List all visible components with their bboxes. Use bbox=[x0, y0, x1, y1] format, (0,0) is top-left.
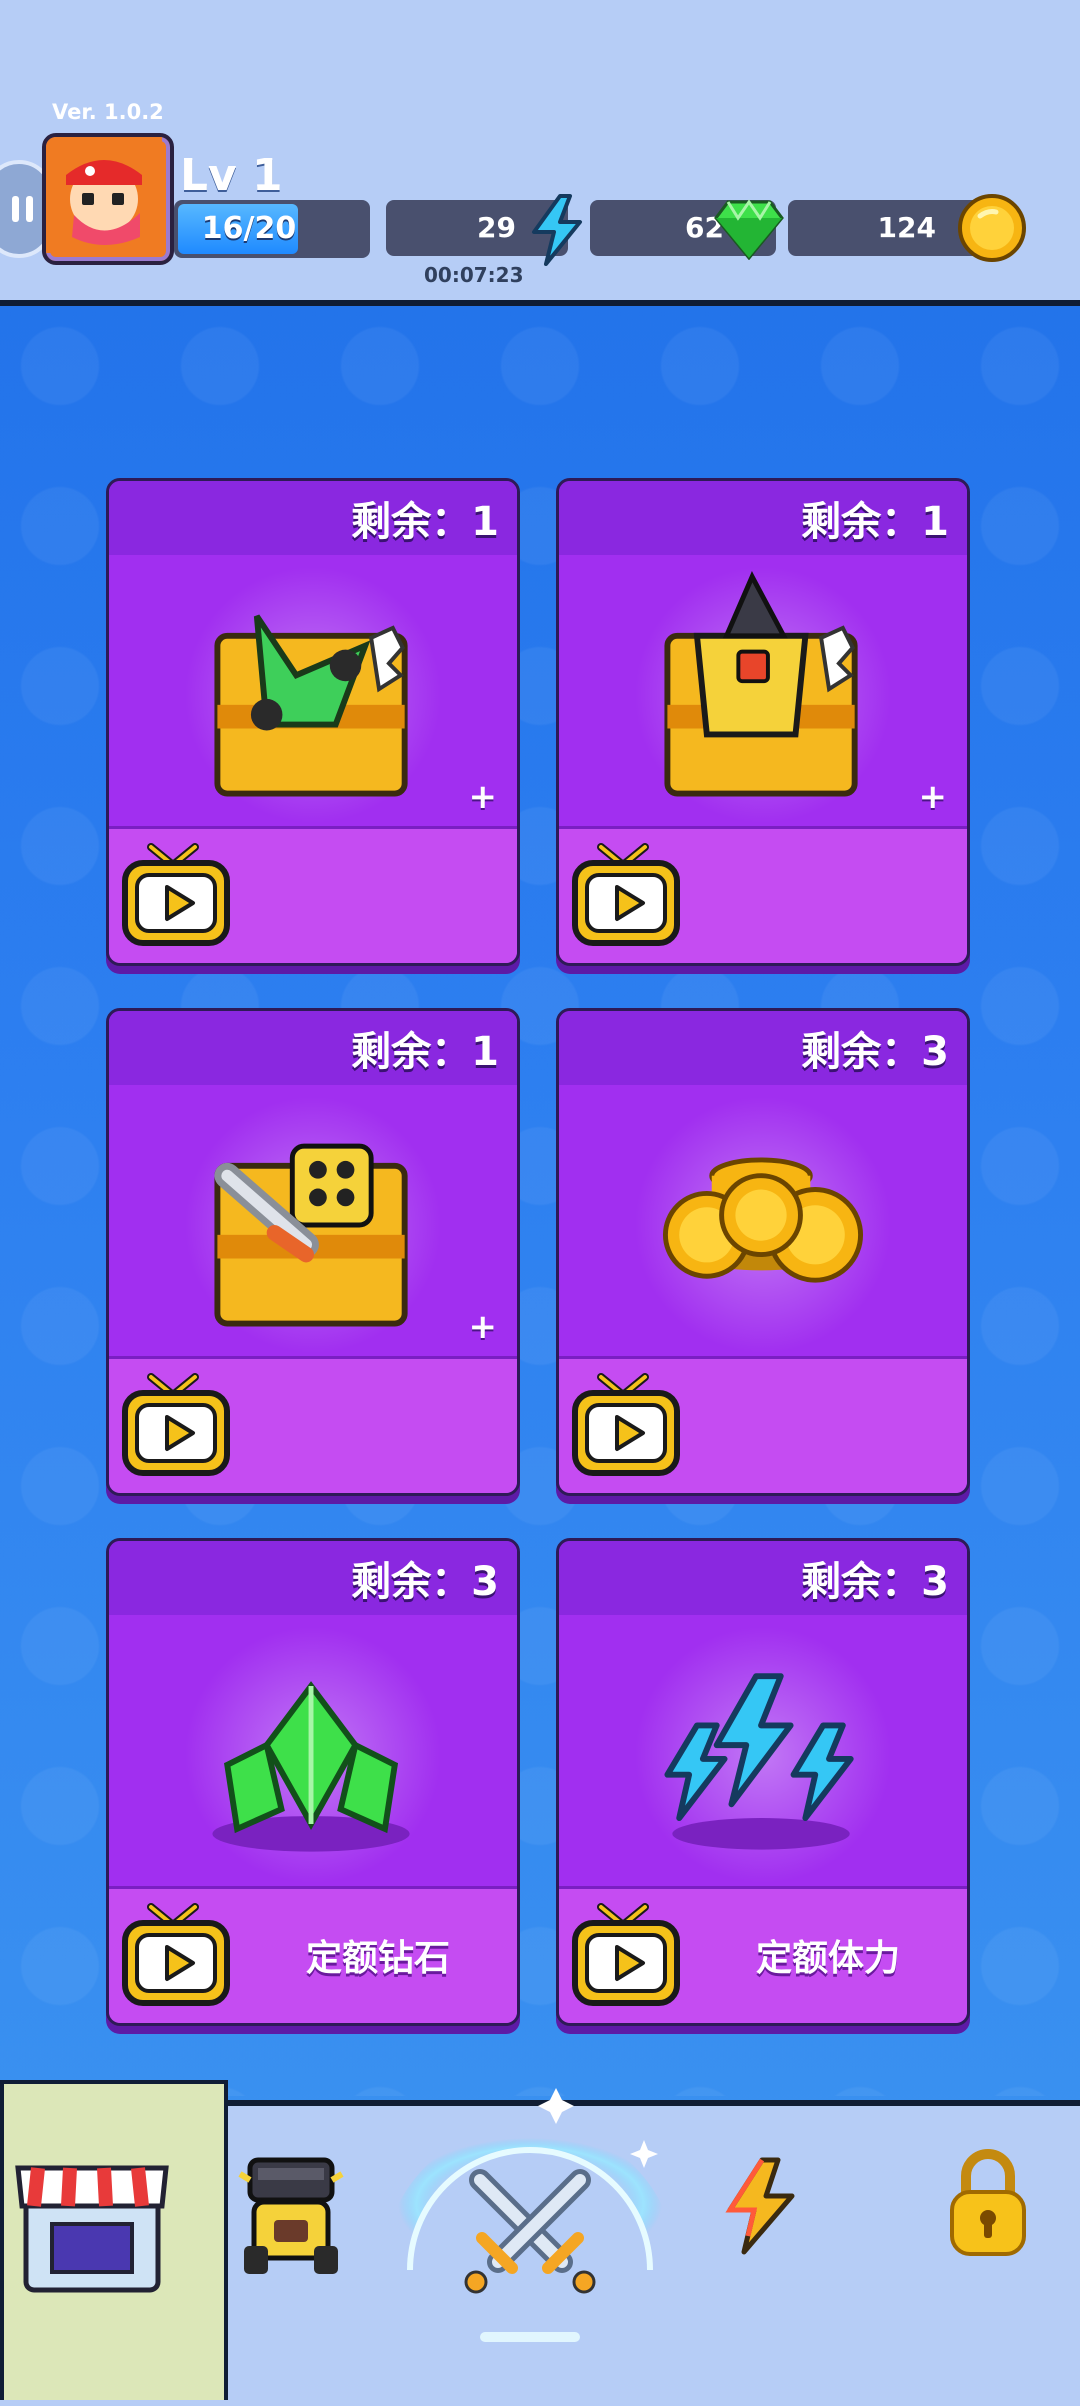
xp-text: 16/20 bbox=[201, 211, 297, 246]
remaining-count: 剩余：3 bbox=[801, 1559, 949, 1605]
shop-icon bbox=[15, 2165, 169, 2293]
prize-image bbox=[634, 1096, 892, 1354]
prize-image bbox=[634, 566, 892, 824]
vehicle-icon[interactable] bbox=[236, 2150, 346, 2280]
reward-card[interactable]: 剩余：1 + bbox=[556, 478, 970, 966]
prize-image bbox=[184, 1626, 442, 1884]
reward-card[interactable]: 剩余：3 定额体力 bbox=[556, 1538, 970, 2026]
remaining-count: 剩余：1 bbox=[351, 499, 499, 545]
energy-refill-timer: 00:07:23 bbox=[424, 263, 524, 287]
tv-play-icon bbox=[121, 1903, 231, 2007]
reward-label: 定额体力 bbox=[755, 1938, 900, 1979]
tv-play-icon bbox=[571, 1373, 681, 1477]
watch-ad-button[interactable]: 定额钻石 bbox=[109, 1886, 517, 2023]
remaining-count: 剩余：1 bbox=[351, 1029, 499, 1075]
prize-image bbox=[184, 566, 442, 824]
reward-amount: + bbox=[468, 777, 498, 817]
card-header: 剩余：3 bbox=[109, 1541, 517, 1615]
card-header: 剩余：3 bbox=[559, 1011, 967, 1085]
tv-play-icon bbox=[571, 1903, 681, 2007]
watch-ad-button[interactable] bbox=[109, 1356, 517, 1493]
watch-ad-button[interactable] bbox=[559, 1356, 967, 1493]
gold-coin-icon bbox=[958, 194, 1026, 262]
reward-amount: + bbox=[468, 1307, 498, 1347]
card-header: 剩余：1 bbox=[109, 1011, 517, 1085]
nav-item-shop[interactable] bbox=[0, 2080, 228, 2400]
remaining-count: 剩余：3 bbox=[351, 1559, 499, 1605]
card-header: 剩余：1 bbox=[559, 481, 967, 555]
lightning-icon bbox=[532, 194, 582, 266]
reward-amount: + bbox=[918, 777, 948, 817]
reward-card[interactable]: 剩余：3 bbox=[556, 1008, 970, 1496]
player-level: Lv 1 bbox=[180, 150, 283, 201]
player-avatar[interactable] bbox=[42, 133, 174, 265]
reward-card[interactable]: 剩余：1 + bbox=[106, 1008, 520, 1496]
card-header: 剩余：1 bbox=[109, 481, 517, 555]
remaining-count: 剩余：3 bbox=[801, 1029, 949, 1075]
tv-play-icon bbox=[121, 843, 231, 947]
watch-ad-button[interactable] bbox=[559, 826, 967, 963]
crossed-swords-icon bbox=[464, 2169, 596, 2294]
reward-label: 定额钻石 bbox=[305, 1938, 450, 1979]
prize-image bbox=[634, 1626, 892, 1884]
reward-card[interactable]: 剩余：1 + bbox=[106, 478, 520, 966]
pause-icon bbox=[12, 196, 34, 222]
battle-button[interactable] bbox=[380, 2070, 680, 2370]
version-label: Ver. 1.0.2 bbox=[52, 100, 164, 124]
lightning-upgrade-icon[interactable] bbox=[718, 2156, 802, 2256]
remaining-count: 剩余：1 bbox=[801, 499, 949, 545]
tv-play-icon bbox=[571, 843, 681, 947]
padlock-icon[interactable] bbox=[946, 2146, 1030, 2262]
top-bar: Ver. 1.0.2 Lv 1 16/20 29 62 124 00:07:23 bbox=[0, 0, 1080, 306]
green-gem-icon bbox=[714, 199, 784, 260]
prize-image bbox=[184, 1096, 442, 1354]
card-header: 剩余：3 bbox=[559, 1541, 967, 1615]
tv-play-icon bbox=[121, 1373, 231, 1477]
watch-ad-button[interactable]: 定额体力 bbox=[559, 1886, 967, 2023]
watch-ad-button[interactable] bbox=[109, 826, 517, 963]
xp-bar: 16/20 bbox=[174, 200, 370, 258]
reward-card[interactable]: 剩余：3 定额钻石 bbox=[106, 1538, 520, 2026]
